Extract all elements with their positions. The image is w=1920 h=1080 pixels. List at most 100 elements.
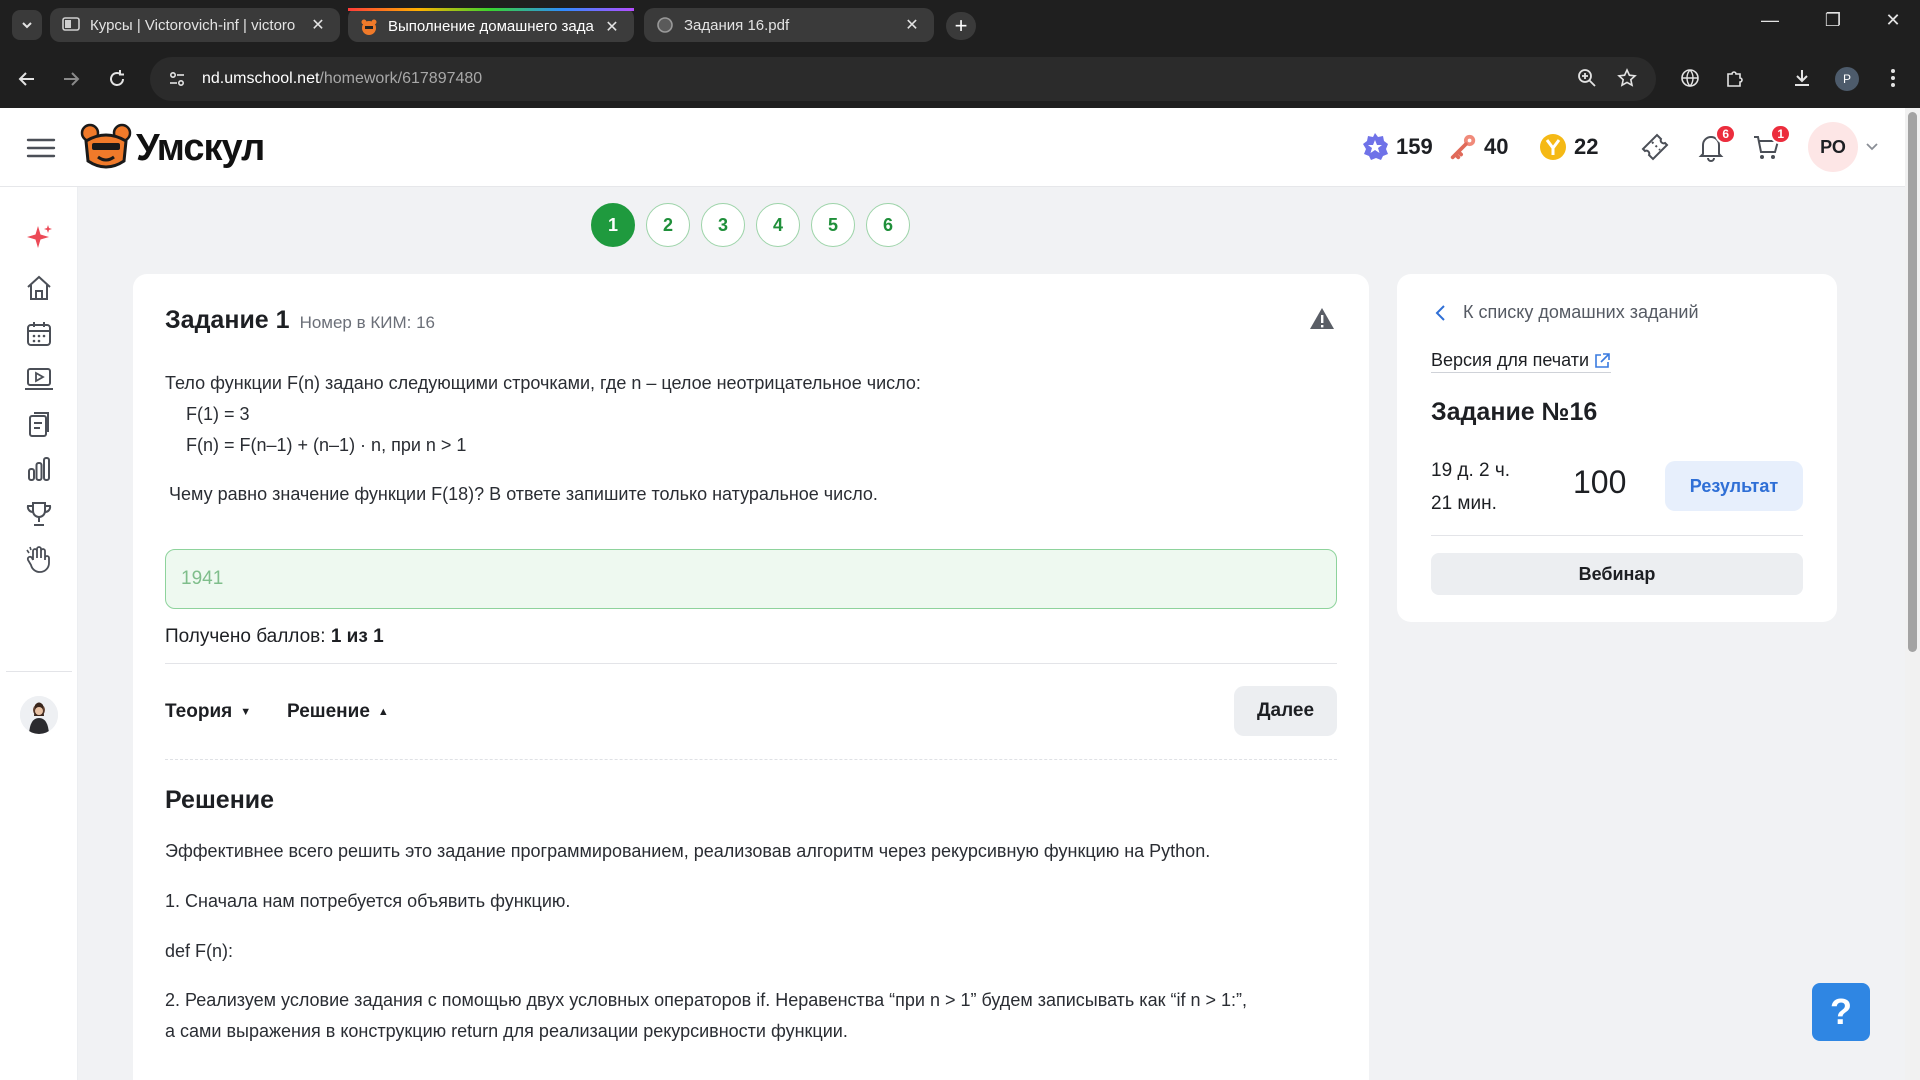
close-tab-icon[interactable]: ✕ bbox=[902, 15, 922, 35]
tab-homework[interactable]: Выполнение домашнего задан ✕ bbox=[348, 8, 634, 42]
stat-value: 22 bbox=[1574, 134, 1599, 159]
stat-value: 40 bbox=[1484, 134, 1509, 159]
reload-button[interactable] bbox=[102, 64, 132, 94]
close-window-icon[interactable]: ✕ bbox=[1873, 10, 1913, 31]
trophy-icon[interactable] bbox=[22, 497, 56, 531]
restore-icon[interactable]: ❐ bbox=[1813, 10, 1853, 31]
solution-paragraph: Эффективнее всего решить это задание про… bbox=[165, 841, 1211, 861]
task-header: Задание 1 Номер в КИМ: 16 bbox=[165, 306, 435, 335]
homework-icon[interactable] bbox=[22, 407, 56, 441]
page-button-5[interactable]: 5 bbox=[811, 203, 855, 247]
ticket-icon[interactable] bbox=[1638, 130, 1672, 164]
cart-icon[interactable]: 1 bbox=[1749, 124, 1791, 164]
calendar-icon[interactable] bbox=[22, 317, 56, 351]
webinar-button[interactable]: Вебинар bbox=[1431, 553, 1803, 595]
tab-title: Задания 16.pdf bbox=[684, 16, 790, 34]
extensions-icon[interactable] bbox=[1720, 63, 1750, 93]
tiger-logo-icon bbox=[80, 123, 132, 169]
address-bar[interactable]: nd.umschool.net/homework/617897480 bbox=[150, 57, 1656, 101]
score-label: Получено баллов: bbox=[165, 626, 326, 647]
cart-badge: 1 bbox=[1770, 124, 1791, 144]
kim-number: Номер в КИМ: 16 bbox=[299, 313, 436, 332]
result-button[interactable]: Результат bbox=[1665, 461, 1803, 511]
theory-toggle[interactable]: Теория ▼ bbox=[165, 701, 251, 723]
page-button-4[interactable]: 4 bbox=[756, 203, 800, 247]
reload-icon bbox=[110, 70, 124, 86]
sparkle-ai-icon[interactable] bbox=[22, 221, 56, 255]
stat-keys[interactable]: 40 bbox=[1448, 132, 1508, 162]
menu-burger-icon[interactable] bbox=[24, 134, 58, 162]
browser-profile-avatar[interactable]: P bbox=[1835, 67, 1859, 91]
notifications-badge: 6 bbox=[1715, 124, 1736, 144]
close-tab-icon[interactable]: ✕ bbox=[602, 17, 622, 37]
notifications-bell-icon[interactable]: 6 bbox=[1694, 124, 1736, 164]
forward-button[interactable] bbox=[56, 64, 86, 94]
statistics-icon[interactable] bbox=[22, 452, 56, 486]
umschool-logo[interactable]: Умскул bbox=[80, 122, 265, 174]
tab-search-button[interactable] bbox=[12, 10, 42, 40]
solution-toggle[interactable]: Решение ▲ bbox=[287, 701, 389, 723]
bookmark-star-icon[interactable] bbox=[1612, 63, 1642, 93]
stat-value: 159 bbox=[1396, 134, 1433, 159]
back-label: К списку домашних заданий bbox=[1463, 302, 1699, 322]
arrow-left-icon bbox=[18, 72, 34, 86]
url-host: nd.umschool.net bbox=[202, 70, 320, 87]
curator-avatar[interactable] bbox=[20, 696, 58, 734]
chevron-down-icon[interactable] bbox=[1864, 138, 1880, 154]
print-version-link[interactable]: Версия для печати bbox=[1431, 350, 1612, 373]
page-button-1[interactable]: 1 bbox=[591, 203, 635, 247]
task-card: Задание 1 Номер в КИМ: 16 Тело функции F… bbox=[133, 274, 1369, 1080]
task-condition: Тело функции F(n) задано следующими стро… bbox=[165, 368, 1335, 510]
solution-code: def F(n): bbox=[165, 941, 234, 961]
deadline-line: 19 д. 2 ч. bbox=[1431, 460, 1511, 481]
star-badge-icon bbox=[1360, 132, 1390, 162]
back-to-homework-link[interactable]: К списку домашних заданий bbox=[1431, 302, 1699, 323]
translate-icon[interactable] bbox=[1675, 63, 1705, 93]
back-button[interactable] bbox=[12, 64, 42, 94]
key-icon bbox=[1448, 132, 1478, 162]
task-pagination: 1 2 3 4 5 6 bbox=[591, 203, 910, 247]
next-button[interactable]: Далее bbox=[1234, 686, 1337, 736]
tab-title: Курсы | Victorovich-inf | victoro bbox=[90, 16, 296, 34]
solution-paragraph: 2. Реализуем условие задания с помощью д… bbox=[165, 990, 1247, 1010]
arrow-right-icon bbox=[64, 72, 80, 86]
close-tab-icon[interactable]: ✕ bbox=[308, 15, 328, 35]
condition-intro: Тело функции F(n) задано следующими стро… bbox=[165, 373, 921, 393]
page-scrollbar-thumb[interactable] bbox=[1908, 112, 1917, 652]
solution-paragraph: а сами выражения в конструкцию return дл… bbox=[165, 1021, 848, 1041]
umschool-favicon-icon bbox=[360, 18, 378, 36]
condition-line: F(n) = F(n–1) + (n–1) · n, при n > 1 bbox=[186, 435, 467, 455]
logo-text: Умскул bbox=[136, 126, 265, 169]
solution-heading: Решение bbox=[165, 786, 275, 814]
answer-field[interactable]: 1941 bbox=[165, 549, 1337, 609]
new-tab-button[interactable]: + bbox=[946, 12, 976, 40]
dashed-divider bbox=[165, 759, 1337, 760]
user-avatar[interactable]: РО bbox=[1808, 122, 1858, 172]
tab-pdf[interactable]: Задания 16.pdf ✕ bbox=[644, 8, 934, 42]
stat-rating[interactable]: 159 bbox=[1360, 132, 1433, 162]
homework-panel: К списку домашних заданий Версия для печ… bbox=[1397, 274, 1837, 622]
condition-line: F(1) = 3 bbox=[186, 404, 250, 424]
help-button[interactable]: ? bbox=[1812, 983, 1870, 1041]
video-lessons-icon[interactable] bbox=[22, 362, 56, 396]
home-icon[interactable] bbox=[22, 271, 56, 305]
hand-wave-icon[interactable] bbox=[22, 542, 56, 576]
caret-up-icon: ▲ bbox=[377, 706, 389, 718]
downloads-icon[interactable] bbox=[1787, 63, 1817, 93]
page-button-2[interactable]: 2 bbox=[646, 203, 690, 247]
page-button-3[interactable]: 3 bbox=[701, 203, 745, 247]
chevron-left-icon bbox=[1435, 304, 1445, 321]
homework-points: 100 bbox=[1573, 464, 1627, 500]
stat-coins[interactable]: 22 bbox=[1538, 132, 1598, 162]
minimize-icon[interactable]: — bbox=[1750, 10, 1790, 31]
zoom-icon[interactable] bbox=[1572, 63, 1602, 93]
sidebar-divider bbox=[6, 671, 72, 672]
tab-courses[interactable]: Курсы | Victorovich-inf | victoro ✕ bbox=[50, 8, 340, 42]
report-warning-icon[interactable] bbox=[1309, 306, 1335, 332]
site-info-icon[interactable] bbox=[164, 66, 190, 92]
page-button-6[interactable]: 6 bbox=[866, 203, 910, 247]
browser-menu-icon[interactable] bbox=[1878, 63, 1908, 93]
left-sidebar bbox=[0, 187, 78, 1080]
task-title: Задание 1 bbox=[165, 306, 290, 334]
divider bbox=[1431, 535, 1803, 536]
